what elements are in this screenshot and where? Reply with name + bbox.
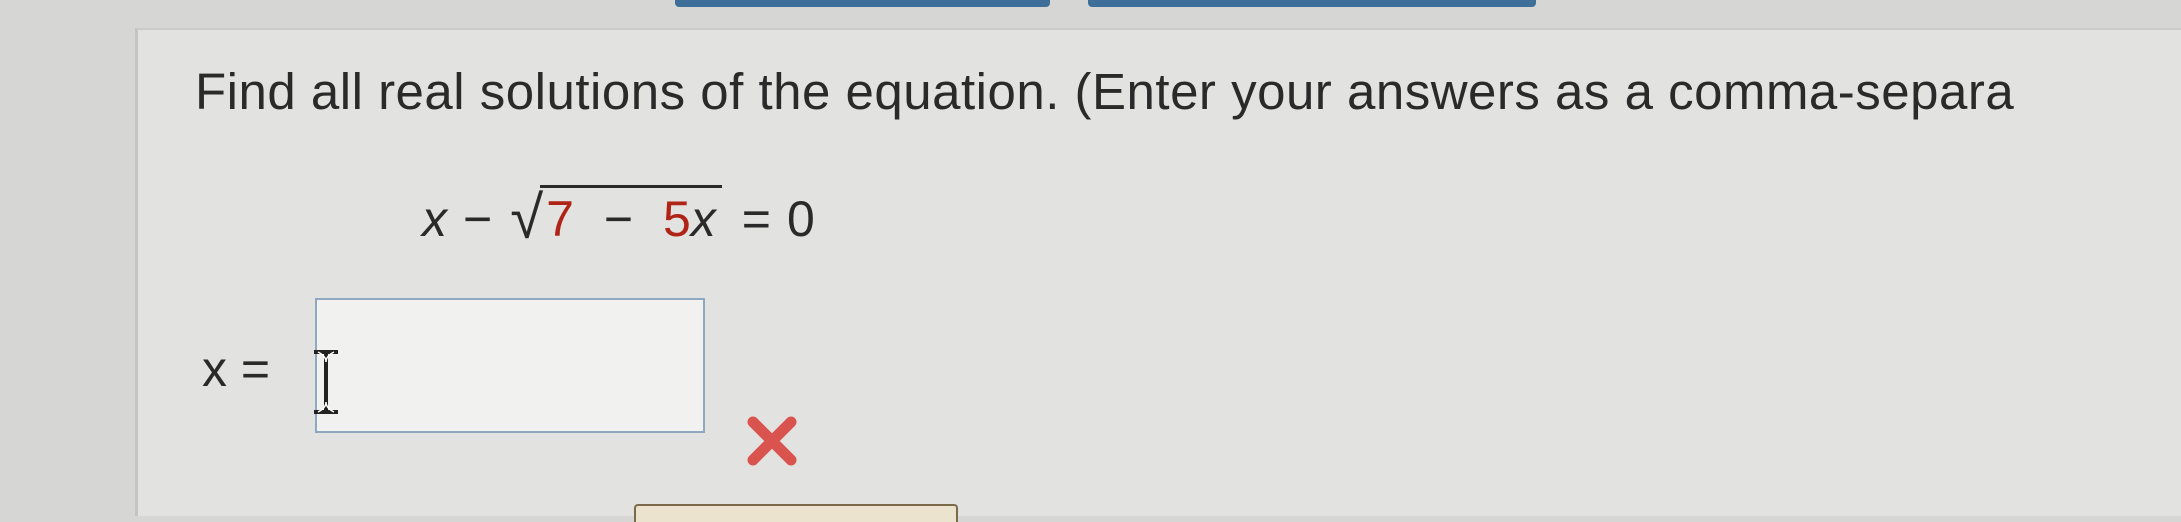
- answer-label: x =: [202, 341, 271, 397]
- radicand: 7 − 5x: [540, 185, 722, 248]
- radicand-coefficient: 5: [662, 191, 691, 247]
- radicand-constant: 7: [546, 191, 574, 247]
- equation-minus: −: [463, 191, 493, 247]
- equation-variable: x: [422, 191, 447, 247]
- submit-button[interactable]: [634, 504, 958, 522]
- text-cursor-icon: [314, 350, 338, 414]
- question-instruction: Find all real solutions of the equation.…: [195, 63, 2015, 120]
- equation-equals: =: [741, 191, 771, 247]
- answer-input[interactable]: [315, 298, 705, 433]
- top-toolbar-button-left[interactable]: [675, 0, 1050, 7]
- radicand-variable: x: [690, 191, 716, 247]
- equation-rhs: 0: [786, 191, 815, 247]
- x-mark-icon: [747, 416, 797, 466]
- radicand-minus: −: [603, 191, 634, 247]
- top-toolbar-button-right[interactable]: [1088, 0, 1536, 7]
- square-root-icon: √: [510, 184, 544, 251]
- equation: x − √ 7 − 5x = 0: [422, 178, 815, 248]
